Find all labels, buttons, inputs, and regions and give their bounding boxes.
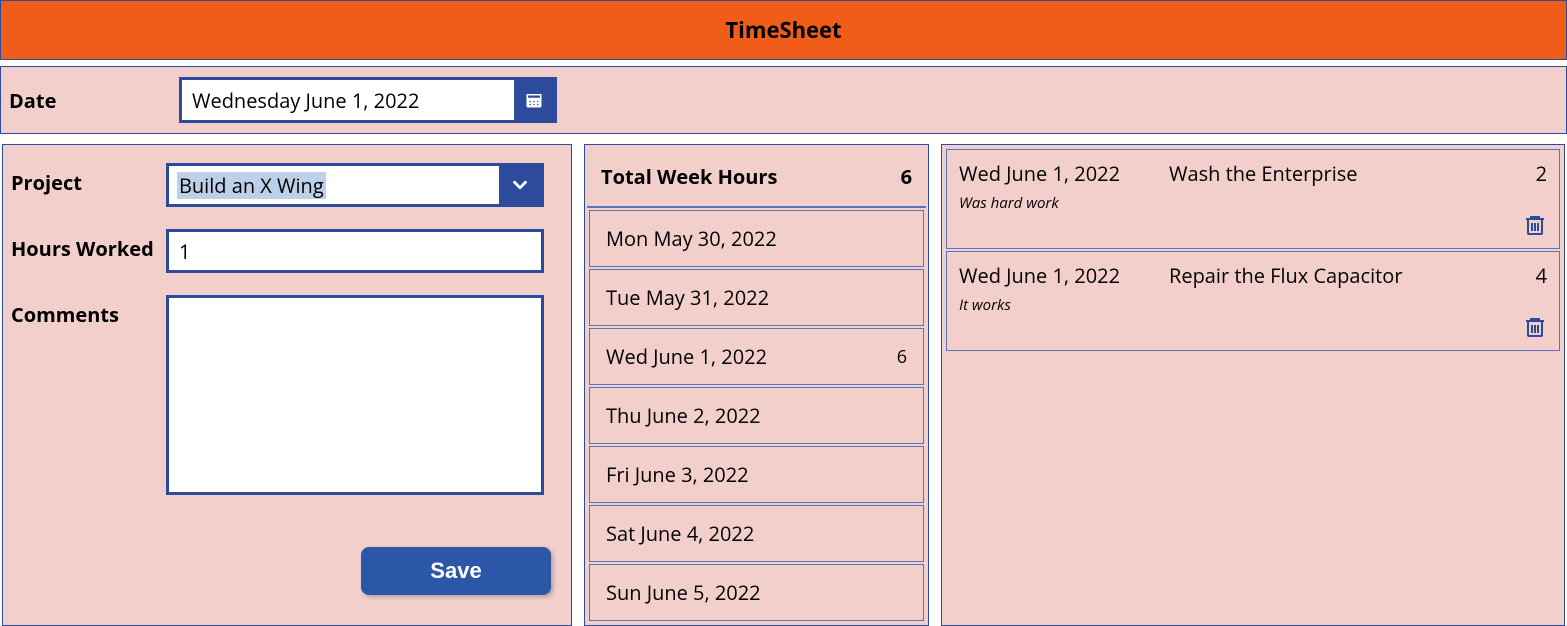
entries-panel: Wed June 1, 2022 Wash the Enterprise 2 W… [941,144,1565,626]
day-row[interactable]: Wed June 1, 2022 6 [589,328,924,385]
date-input[interactable]: Wednesday June 1, 2022 [179,77,557,123]
calendar-icon [525,91,543,109]
entry-row: Wed June 1, 2022 Wash the Enterprise 2 W… [946,149,1560,249]
delete-entry-button[interactable] [1523,212,1547,238]
project-dropdown-button[interactable] [499,166,541,204]
comments-label: Comments [11,295,166,327]
app-header: TimeSheet [0,0,1567,60]
hours-input[interactable] [166,229,544,273]
hours-label: Hours Worked [11,229,166,261]
day-row[interactable]: Sat June 4, 2022 [589,505,924,562]
day-label: Mon May 30, 2022 [606,225,777,252]
date-value: Wednesday June 1, 2022 [182,80,514,120]
project-label: Project [11,163,166,195]
entry-row: Wed June 1, 2022 Repair the Flux Capacit… [946,251,1560,351]
day-row[interactable]: Sun June 5, 2022 [589,564,924,621]
project-value: Build an X Wing [169,166,499,204]
app-title: TimeSheet [725,15,841,45]
entry-date: Wed June 1, 2022 [959,160,1169,187]
trash-icon [1523,314,1547,340]
week-total-label: Total Week Hours [601,163,777,190]
day-row[interactable]: Fri June 3, 2022 [589,446,924,503]
day-label: Fri June 3, 2022 [606,461,749,488]
date-label: Date [9,87,159,114]
calendar-button[interactable] [514,80,554,120]
save-button[interactable]: Save [361,547,551,595]
day-label: Tue May 31, 2022 [606,284,769,311]
delete-entry-button[interactable] [1523,314,1547,340]
day-label: Sun June 5, 2022 [606,579,761,606]
entry-project: Repair the Flux Capacitor [1169,262,1517,289]
day-label: Thu June 2, 2022 [606,402,761,429]
entry-hours: 4 [1517,262,1547,289]
trash-icon [1523,212,1547,238]
entry-comment: It works [959,295,1547,315]
day-row[interactable]: Mon May 30, 2022 [589,210,924,267]
comments-input[interactable] [166,295,544,495]
day-row[interactable]: Thu June 2, 2022 [589,387,924,444]
week-total-value: 6 [901,163,912,190]
entry-project: Wash the Enterprise [1169,160,1517,187]
week-panel: Total Week Hours 6 Mon May 30, 2022 Tue … [584,144,929,626]
project-select[interactable]: Build an X Wing [166,163,544,207]
entry-hours: 2 [1517,160,1547,187]
day-hours: 6 [897,345,907,369]
chevron-down-icon [509,174,531,196]
entry-comment: Was hard work [959,193,1547,213]
day-row[interactable]: Tue May 31, 2022 [589,269,924,326]
entry-date: Wed June 1, 2022 [959,262,1169,289]
day-label: Wed June 1, 2022 [606,343,767,370]
day-label: Sat June 4, 2022 [606,520,754,547]
date-bar: Date Wednesday June 1, 2022 [0,66,1567,134]
form-panel: Project Build an X Wing Hours Worked Com… [2,144,572,626]
week-total-row: Total Week Hours 6 [587,147,926,208]
